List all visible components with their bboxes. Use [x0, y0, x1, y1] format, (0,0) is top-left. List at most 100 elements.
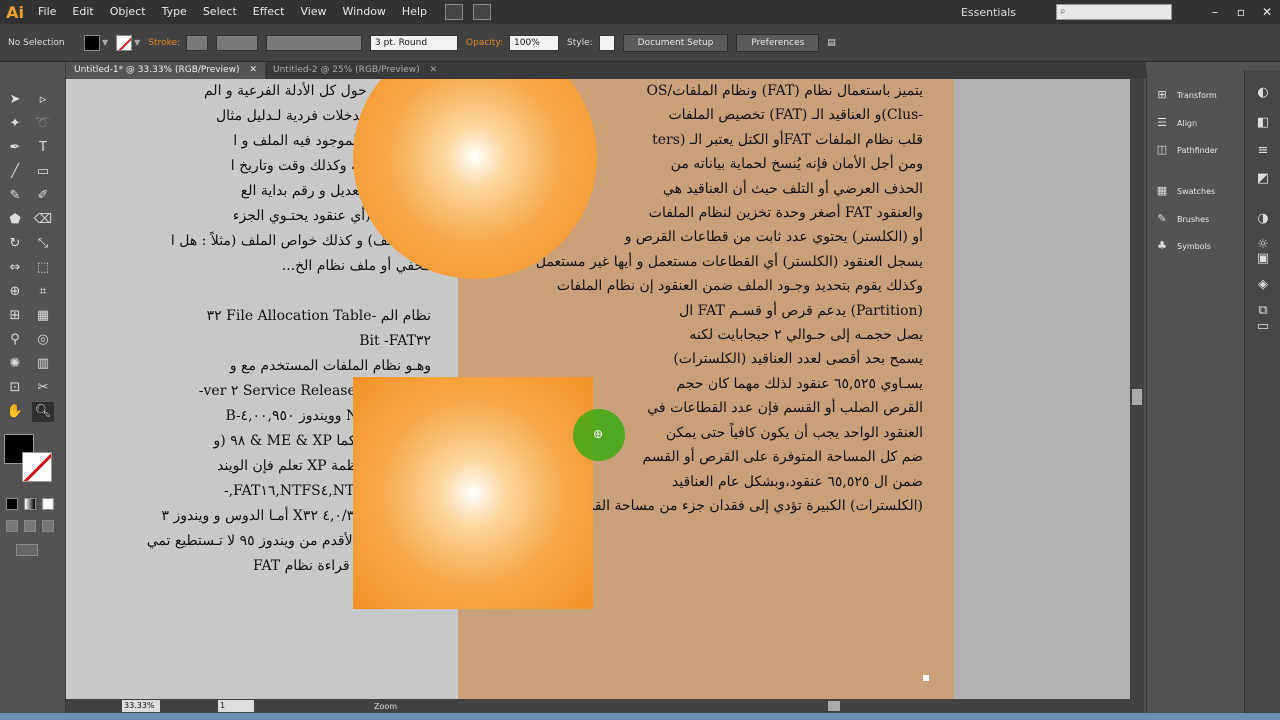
direct-selection-tool-icon[interactable]: ▹	[32, 90, 54, 110]
tab-untitled-1[interactable]: Untitled-1* @ 33.33% (RGB/Preview) ✕	[66, 62, 266, 79]
horizontal-scroll-thumb[interactable]	[828, 701, 840, 711]
tab-untitled-2[interactable]: Untitled-2 @ 25% (RGB/Preview) ✕	[265, 62, 446, 79]
stroke-swatch[interactable]	[116, 34, 133, 51]
opacity-label[interactable]: Opacity:	[466, 38, 503, 48]
chevron-down-icon[interactable]: ▼	[134, 38, 140, 47]
eyedropper-icon[interactable]: ⚲	[4, 330, 26, 350]
opacity-field[interactable]: 100%	[509, 34, 560, 51]
lasso-icon[interactable]: ➰	[32, 114, 54, 134]
column-graph-icon[interactable]: ▥	[32, 354, 54, 374]
menu-select[interactable]: Select	[195, 0, 245, 24]
gradient-panel-icon[interactable]: ◩	[1254, 170, 1272, 188]
stroke-weight-stepper[interactable]	[186, 34, 209, 51]
draw-inside-icon[interactable]	[42, 520, 54, 532]
brush-definition-select[interactable]: 3 pt. Round	[370, 34, 459, 51]
blob-brush-icon[interactable]: ⬟	[4, 210, 26, 230]
align-icon: ☰	[1157, 116, 1167, 129]
graphic-style-swatch[interactable]	[598, 34, 615, 51]
stroke-panel-icon[interactable]: ≡	[1254, 142, 1272, 160]
gradient-tool-icon[interactable]: ▦	[32, 306, 54, 326]
stroke-weight-field[interactable]	[216, 34, 259, 51]
layers-panel-icon[interactable]: ◈	[1254, 276, 1272, 294]
arrange-icon[interactable]: ▤	[827, 38, 836, 48]
free-transform-icon[interactable]: ⬚	[32, 258, 54, 278]
panel-brushes[interactable]: ✎ Brushes	[1155, 210, 1209, 228]
menu-type[interactable]: Type	[154, 0, 195, 24]
line-tool-icon[interactable]: ╱	[4, 162, 26, 182]
artboard-tool-icon[interactable]: ⊡	[4, 378, 26, 398]
menu-window[interactable]: Window	[335, 0, 394, 24]
magic-wand-icon[interactable]: ✦	[4, 114, 26, 134]
artboard-canvas[interactable]: المعلومات حول كل الأدلة الفرعية و الم عل…	[66, 79, 1130, 699]
fill-stroke-widget[interactable]	[4, 434, 56, 484]
maximize-button[interactable]: ▫	[1228, 2, 1254, 22]
menu-view[interactable]: View	[292, 0, 334, 24]
close-icon[interactable]: ✕	[430, 62, 438, 79]
screen-mode-icon[interactable]	[16, 544, 38, 556]
color-panel-icon[interactable]: ◐	[1254, 84, 1272, 102]
scale-tool-icon[interactable]: ⤡	[32, 234, 54, 254]
rotate-tool-icon[interactable]: ↻	[4, 234, 26, 254]
width-tool-icon[interactable]: ⇔	[4, 258, 26, 278]
none-mode-icon[interactable]	[42, 498, 54, 510]
selection-tool-icon[interactable]: ➤	[4, 90, 26, 110]
close-button[interactable]: ✕	[1254, 2, 1280, 22]
os-taskbar	[0, 713, 1280, 720]
stroke-label[interactable]: Stroke:	[148, 38, 180, 48]
vertical-scrollbar[interactable]	[1130, 79, 1144, 699]
chevron-down-icon[interactable]: ▼	[102, 38, 108, 47]
links-panel-icon[interactable]: ▭	[1254, 318, 1272, 336]
text-frame-handle[interactable]	[923, 675, 929, 681]
color-guide-icon[interactable]: ◧	[1254, 114, 1272, 132]
menu-help[interactable]: Help	[394, 0, 435, 24]
bridge-icon[interactable]	[445, 4, 463, 20]
zoom-level-field[interactable]: 33.33%	[122, 700, 160, 712]
preferences-button[interactable]: Preferences	[736, 33, 820, 52]
arrange-documents-icon[interactable]	[473, 4, 491, 20]
draw-normal-icon[interactable]	[6, 520, 18, 532]
slice-tool-icon[interactable]: ✂	[32, 378, 54, 398]
rectangle-tool-icon[interactable]: ▭	[32, 162, 54, 182]
paintbrush-icon[interactable]: ✎	[4, 186, 26, 206]
draw-behind-icon[interactable]	[24, 520, 36, 532]
stroke-color[interactable]	[22, 452, 52, 482]
menu-edit[interactable]: Edit	[64, 0, 101, 24]
panel-swatches[interactable]: ▦ Swatches	[1155, 182, 1215, 200]
gradient-mode-icon[interactable]	[24, 498, 36, 510]
close-icon[interactable]: ✕	[249, 62, 257, 79]
text-line: وهـو نظام الملفات المستخدم مع و	[229, 358, 431, 374]
minimize-button[interactable]: –	[1202, 2, 1228, 22]
panel-transform[interactable]: ⊞ Transform	[1155, 86, 1216, 104]
zoom-tool-icon[interactable]: 🔍︎	[32, 402, 54, 422]
transparency-panel-icon[interactable]: ◑	[1254, 210, 1272, 228]
color-mode-icon[interactable]	[6, 498, 18, 510]
status-label[interactable]: Zoom	[374, 702, 397, 711]
blend-tool-icon[interactable]: ◎	[32, 330, 54, 350]
pen-tool-icon[interactable]: ✒	[4, 138, 26, 158]
menu-object[interactable]: Object	[102, 0, 154, 24]
perspective-grid-icon[interactable]: ⌗	[32, 282, 54, 302]
graphic-styles-icon[interactable]: ▣	[1254, 250, 1272, 268]
help-search-input[interactable]: ⌕	[1056, 4, 1172, 20]
workspace-switcher[interactable]: Essentials	[961, 6, 1016, 19]
gradient-square[interactable]	[353, 377, 593, 609]
illustrator-window: Ai File Edit Object Type Select Effect V…	[0, 0, 1280, 720]
panel-align[interactable]: ☰ Align	[1155, 114, 1197, 132]
hand-tool-icon[interactable]: ✋	[4, 402, 26, 422]
mesh-tool-icon[interactable]: ⊞	[4, 306, 26, 326]
panel-pathfinder[interactable]: ◫ Pathfinder	[1155, 141, 1218, 159]
fill-swatch[interactable]	[84, 34, 100, 51]
symbols-icon: ♣	[1157, 239, 1167, 252]
scroll-thumb[interactable]	[1132, 389, 1142, 405]
document-setup-button[interactable]: Document Setup	[622, 33, 729, 52]
shape-builder-icon[interactable]: ⊕	[4, 282, 26, 302]
menu-file[interactable]: File	[30, 0, 64, 24]
eraser-icon[interactable]: ⌫	[32, 210, 54, 230]
variable-width-profile[interactable]	[266, 34, 363, 51]
menu-effect[interactable]: Effect	[245, 0, 293, 24]
type-tool-icon[interactable]: T	[32, 138, 54, 158]
symbol-sprayer-icon[interactable]: ✺	[4, 354, 26, 374]
artboard-navigation[interactable]: 1	[218, 700, 254, 712]
panel-symbols[interactable]: ♣ Symbols	[1155, 237, 1211, 255]
pencil-icon[interactable]: ✐	[32, 186, 54, 206]
